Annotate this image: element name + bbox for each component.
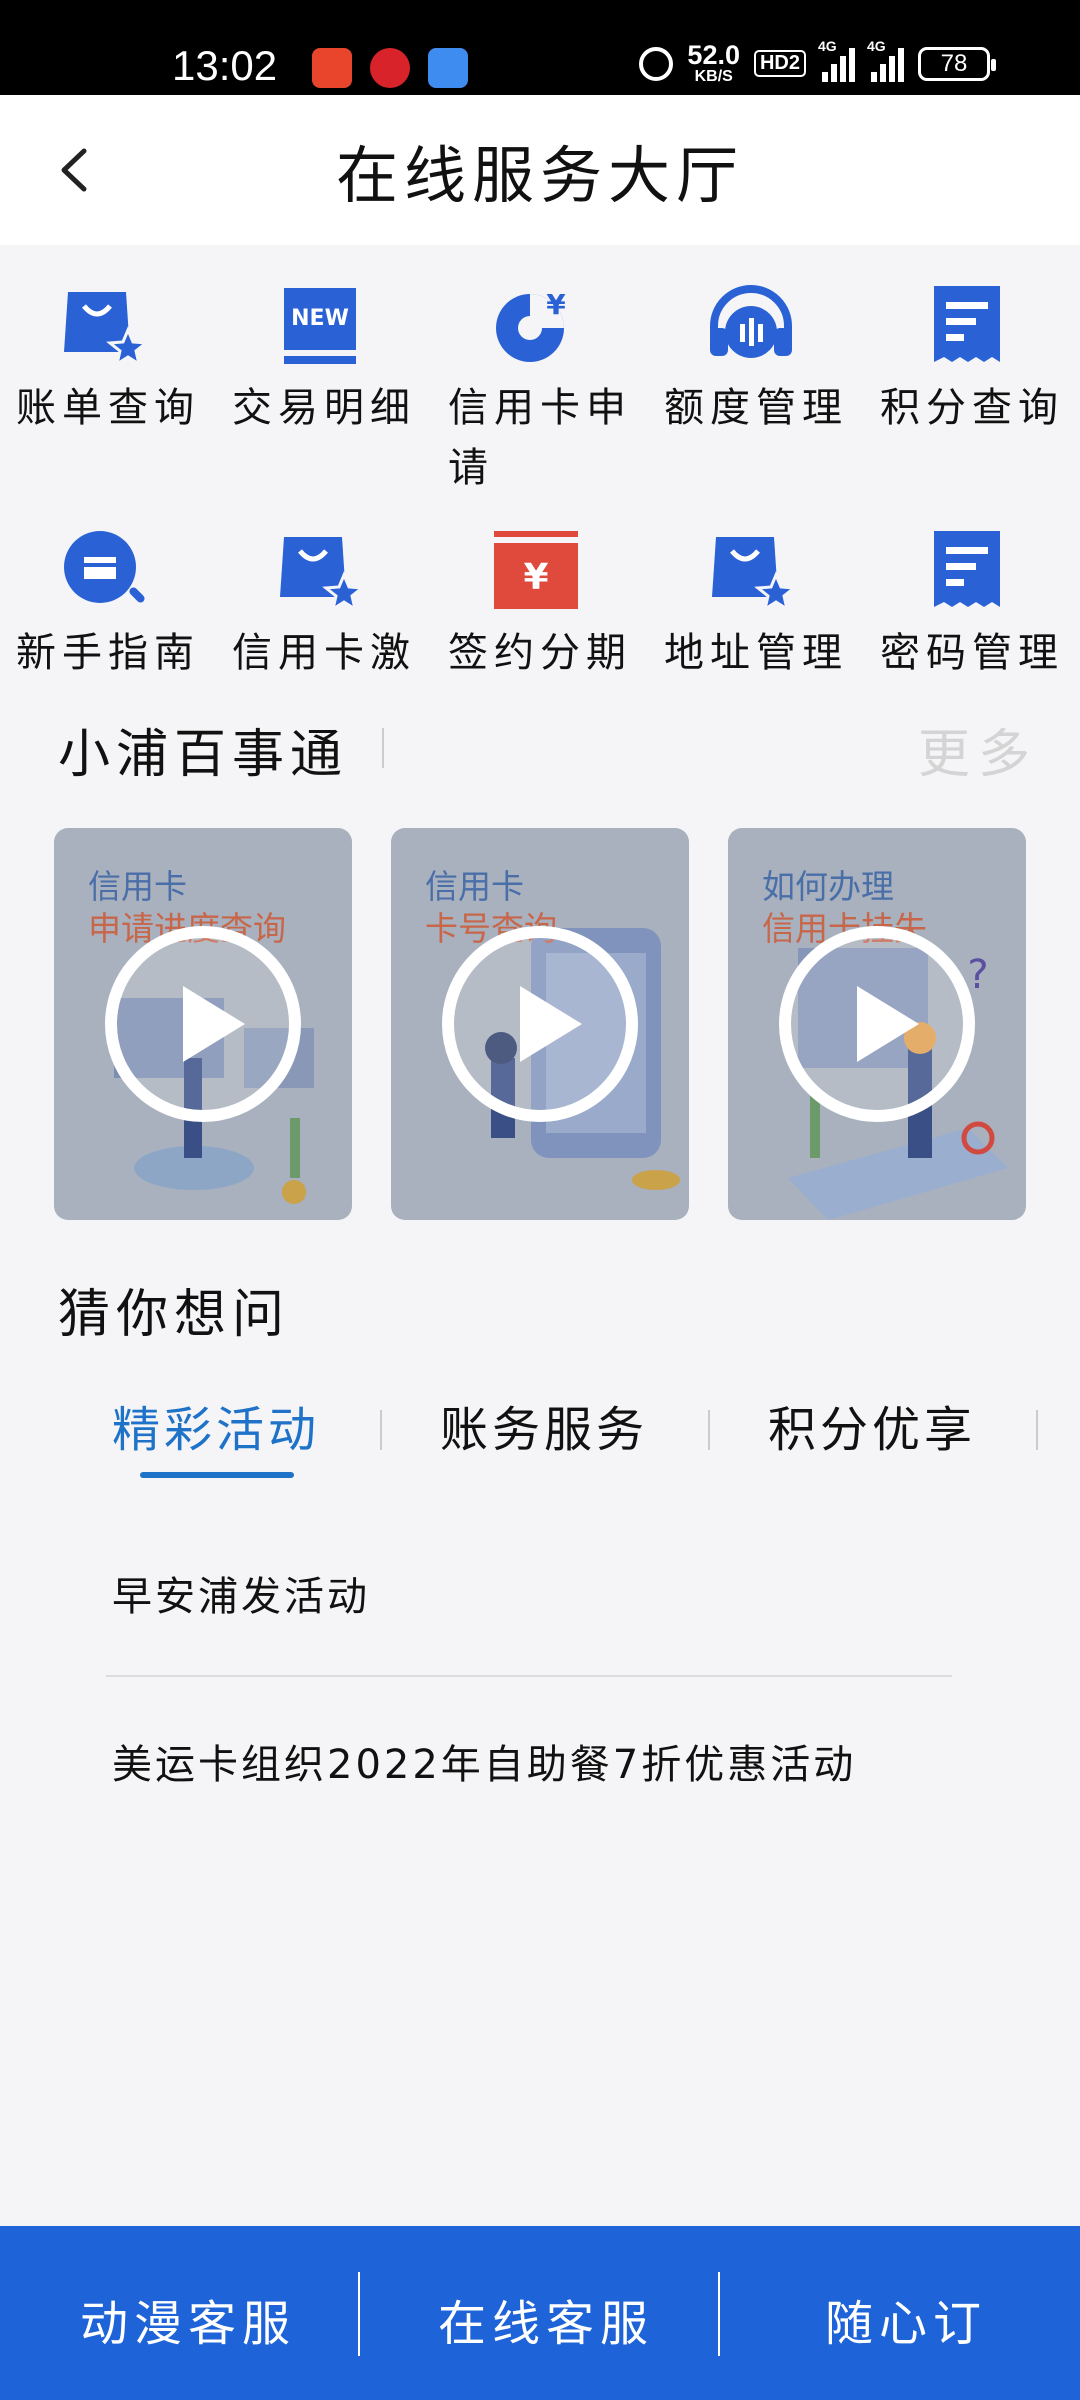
divider xyxy=(358,2272,360,2356)
faq-tabs: 精彩活动 账务服务 积分优享 xyxy=(0,1380,1080,1480)
header: 在线服务大厅 xyxy=(0,95,1080,245)
battery-icon: 78 xyxy=(918,46,996,81)
video-card[interactable]: 信用卡 申请进度查询 xyxy=(54,828,352,1220)
service-label: 交易明细 xyxy=(232,385,416,431)
more-link[interactable]: 更多 xyxy=(918,712,1038,787)
svg-text:NEW: NEW xyxy=(291,306,349,331)
signal-icon: 4G xyxy=(818,38,855,82)
play-icon[interactable] xyxy=(440,924,640,1124)
bag-star-icon xyxy=(64,292,148,368)
svg-text:¥: ¥ xyxy=(546,288,566,321)
knowledge-title: 小浦百事通 xyxy=(58,725,349,785)
bag-star-icon xyxy=(280,537,364,613)
play-icon[interactable] xyxy=(103,924,303,1124)
question-item[interactable]: 美运卡组织2022年自助餐7折优惠活动 xyxy=(112,1732,856,1790)
yen-pie-icon: ¥ xyxy=(496,288,566,362)
divider xyxy=(380,1410,382,1450)
service-label: 积分查询 xyxy=(880,385,1064,431)
question-item[interactable]: 早安浦发活动 xyxy=(112,1564,370,1622)
network-speed: 52.0 KB/S xyxy=(687,40,740,85)
signal-icon-2: 4G xyxy=(867,38,904,82)
service-label: 信用卡激 xyxy=(232,630,416,676)
online-service-button[interactable]: 在线客服 xyxy=(396,2284,696,2354)
status-time: 13:02 xyxy=(172,42,278,89)
service-label: 账单查询 xyxy=(16,385,200,431)
svg-text:¥: ¥ xyxy=(523,557,548,598)
service-label: 额度管理 xyxy=(664,385,848,431)
chat-notification-icon xyxy=(428,48,468,88)
divider xyxy=(718,2272,720,2356)
divider xyxy=(708,1410,710,1450)
app-notification-icon xyxy=(312,48,352,88)
page-title: 在线服务大厅 xyxy=(335,139,744,212)
divider xyxy=(1036,1410,1038,1450)
tab-activities[interactable]: 精彩活动 xyxy=(112,1390,320,1460)
hd-voice-icon: HD2 xyxy=(753,50,806,77)
new-badge-icon: NEW xyxy=(284,288,356,364)
bank-app-notification-icon xyxy=(370,48,410,88)
receipt-icon xyxy=(934,286,1000,362)
service-label: 密码管理 xyxy=(880,630,1064,676)
service-label: 地址管理 xyxy=(664,630,848,676)
card-title-line1: 信用卡 xyxy=(88,867,187,906)
status-indicators: 52.0 KB/S HD2 4G 4G 78 xyxy=(639,38,996,85)
play-icon[interactable] xyxy=(777,924,977,1124)
receipt-icon xyxy=(934,531,1000,607)
video-card[interactable]: ? 如何办理 信用卡挂失 xyxy=(728,828,1026,1220)
bottom-bar: 动漫客服 在线客服 随心订 xyxy=(0,2226,1080,2400)
service-label: 新手指南 xyxy=(16,630,200,676)
active-tab-indicator xyxy=(140,1472,294,1478)
bag-star-icon xyxy=(712,537,796,613)
card-title-line1: 信用卡 xyxy=(425,867,524,906)
video-card[interactable]: 信用卡 卡号查询 xyxy=(391,828,689,1220)
faq-title: 猜你想问 xyxy=(58,1285,291,1345)
tab-account-service[interactable]: 账务服务 xyxy=(440,1390,648,1460)
headset-icon xyxy=(710,285,792,358)
divider xyxy=(382,728,384,768)
alarm-icon xyxy=(639,46,674,81)
anime-service-button[interactable]: 动漫客服 xyxy=(38,2284,338,2354)
status-bar: 13:02 52.0 KB/S HD2 4G 4G 78 xyxy=(0,0,1080,95)
service-label: 签约分期 xyxy=(448,630,632,676)
yen-envelope-icon: ¥ xyxy=(494,531,578,609)
tab-points-benefits[interactable]: 积分优享 xyxy=(768,1390,976,1460)
card-title-line1: 如何办理 xyxy=(762,867,894,906)
divider xyxy=(106,1675,952,1677)
service-label: 信用卡申请 xyxy=(448,385,632,491)
subscribe-button[interactable]: 随心订 xyxy=(756,2284,1056,2354)
magnifier-card-icon xyxy=(64,531,145,603)
